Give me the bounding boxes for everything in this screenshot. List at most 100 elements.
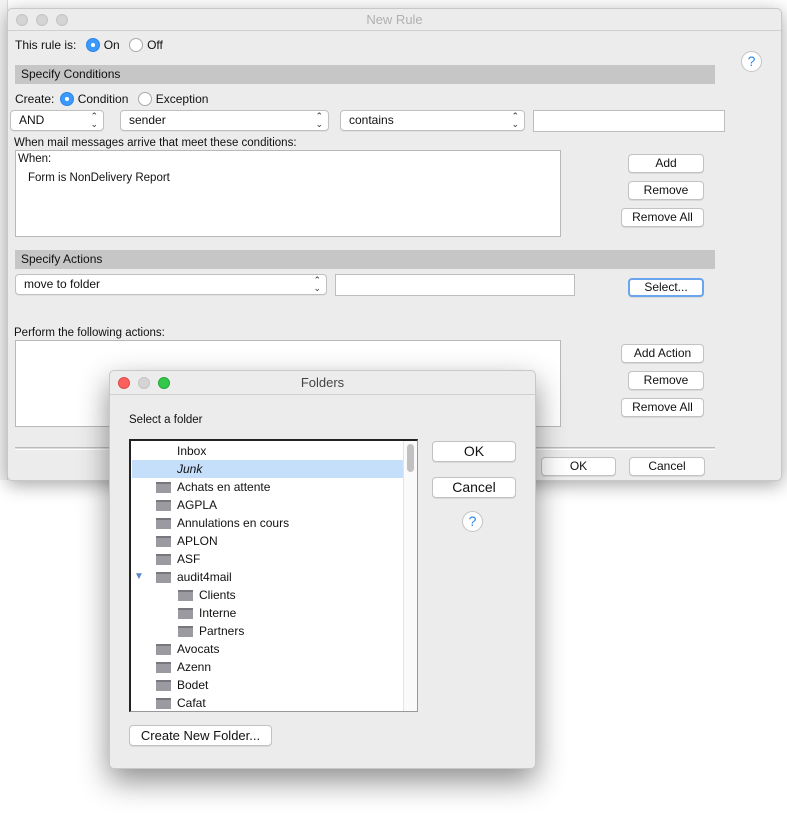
off-label: Off <box>147 38 163 52</box>
folder-row[interactable]: Avocats <box>132 640 403 658</box>
condition-item[interactable]: Form is NonDelivery Report <box>28 172 170 184</box>
field-select[interactable]: sender ⌃ ⌄ <box>120 110 329 131</box>
folder-icon <box>156 536 171 547</box>
close-button[interactable] <box>16 14 28 26</box>
folders-help-button[interactable]: ? <box>462 511 483 532</box>
logic-select[interactable]: AND ⌃ ⌄ <box>10 110 104 131</box>
radio-condition[interactable] <box>59 92 74 106</box>
folder-icon <box>178 608 193 619</box>
add-action-button[interactable]: Add Action <box>621 344 704 363</box>
minimize-button[interactable] <box>36 14 48 26</box>
folder-name: Interne <box>199 606 237 620</box>
help-button[interactable]: ? <box>741 51 762 72</box>
folders-ok-button[interactable]: OK <box>432 441 516 462</box>
folder-row[interactable]: Inbox <box>132 442 403 460</box>
folder-name: APLON <box>177 534 218 548</box>
folder-list[interactable]: Inbox Junk Achats en attente AGPLA Annulatio… <box>129 439 418 712</box>
actions-caption: Perform the following actions: <box>14 327 165 339</box>
select-folder-button[interactable]: Select... <box>628 278 704 297</box>
title-bar: New Rule <box>8 9 781 31</box>
folder-row[interactable]: Partners <box>132 622 403 640</box>
disclosure-triangle-icon[interactable]: ▼ <box>134 568 144 586</box>
folder-row[interactable]: Annulations en cours <box>132 514 403 532</box>
folder-row[interactable]: Interne <box>132 604 403 622</box>
folder-row[interactable]: Achats en attente <box>132 478 403 496</box>
radio-exception[interactable] <box>137 92 152 106</box>
ok-button[interactable]: OK <box>541 457 616 476</box>
folder-row[interactable]: APLON <box>132 532 403 550</box>
folder-icon <box>156 482 171 493</box>
close-button[interactable] <box>118 377 130 389</box>
folders-cancel-button[interactable]: Cancel <box>432 477 516 498</box>
condition-label: Condition <box>77 92 129 106</box>
folder-name: Junk <box>177 462 203 476</box>
when-heading: When: <box>18 153 52 165</box>
radio-on[interactable] <box>85 38 100 52</box>
folder-name: Partners <box>199 624 245 638</box>
create-label: Create: <box>15 92 55 106</box>
action-value: move to folder <box>24 277 101 291</box>
remove-action-button[interactable]: Remove <box>628 371 704 390</box>
zoom-button[interactable] <box>56 14 68 26</box>
window-title: Folders <box>300 375 345 390</box>
conditions-header: Specify Conditions <box>15 65 715 84</box>
exception-label: Exception <box>155 92 209 106</box>
folder-icon <box>156 680 171 691</box>
operator-select[interactable]: contains ⌃ ⌄ <box>340 110 525 131</box>
folder-name: Inbox <box>177 444 207 458</box>
chevron-updown-icon: ⌃ ⌄ <box>313 275 321 293</box>
folder-row[interactable]: ▼ audit4mail <box>132 568 403 586</box>
folder-name: Azenn <box>177 660 212 674</box>
scrollbar[interactable] <box>403 441 417 711</box>
create-row: Create: Condition Exception <box>15 92 208 106</box>
minimize-button[interactable] <box>138 377 150 389</box>
actions-header: Specify Actions <box>15 250 715 269</box>
zoom-button[interactable] <box>158 377 170 389</box>
conditions-list[interactable]: When: Form is NonDelivery Report <box>15 150 561 237</box>
logic-value: AND <box>19 113 45 127</box>
folder-icon <box>156 572 171 583</box>
folder-name: Bodet <box>177 678 209 692</box>
folder-icon <box>156 644 171 655</box>
remove-all-conditions-button[interactable]: Remove All <box>621 208 704 227</box>
remove-condition-button[interactable]: Remove <box>628 181 704 200</box>
cancel-button[interactable]: Cancel <box>629 457 705 476</box>
field-value: sender <box>129 113 166 127</box>
folder-row[interactable]: Junk <box>132 460 403 478</box>
folder-name: Avocats <box>177 642 220 656</box>
chevron-updown-icon: ⌃ ⌄ <box>315 111 323 129</box>
folder-row[interactable]: Azenn <box>132 658 403 676</box>
action-value-input[interactable] <box>335 274 575 296</box>
folder-icon <box>156 518 171 529</box>
action-select[interactable]: move to folder ⌃ ⌄ <box>15 274 327 295</box>
select-folder-prompt: Select a folder <box>129 414 203 426</box>
radio-off[interactable] <box>129 38 144 52</box>
conditions-caption: When mail messages arrive that meet thes… <box>14 137 297 149</box>
folder-icon <box>178 626 193 637</box>
window-title: New Rule <box>366 12 423 27</box>
folder-icon <box>156 698 171 709</box>
folder-name: ASF <box>177 552 201 566</box>
chevron-updown-icon: ⌃ ⌄ <box>90 111 98 129</box>
add-condition-button[interactable]: Add <box>628 154 704 173</box>
folder-icon <box>156 554 171 565</box>
folder-name: audit4mail <box>177 570 232 584</box>
operator-value: contains <box>349 113 394 127</box>
folder-row[interactable]: AGPLA <box>132 496 403 514</box>
rule-state-row: This rule is: On Off <box>15 38 163 52</box>
folder-name: AGPLA <box>177 498 218 512</box>
remove-all-actions-button[interactable]: Remove All <box>621 398 704 417</box>
folder-name: Achats en attente <box>177 480 271 494</box>
folders-window: Folders Select a folder Inbox Junk Achats … <box>109 370 536 769</box>
folder-icon <box>178 590 193 601</box>
condition-value-input[interactable] <box>533 110 725 132</box>
create-new-folder-button[interactable]: Create New Folder... <box>129 725 272 746</box>
scrollbar-thumb[interactable] <box>407 444 414 472</box>
folder-row[interactable]: Clients <box>132 586 403 604</box>
folder-row[interactable]: Cafat <box>132 694 403 711</box>
on-label: On <box>103 38 120 52</box>
folder-icon <box>156 662 171 673</box>
folder-icon <box>156 500 171 511</box>
folder-row[interactable]: ASF <box>132 550 403 568</box>
folder-row[interactable]: Bodet <box>132 676 403 694</box>
